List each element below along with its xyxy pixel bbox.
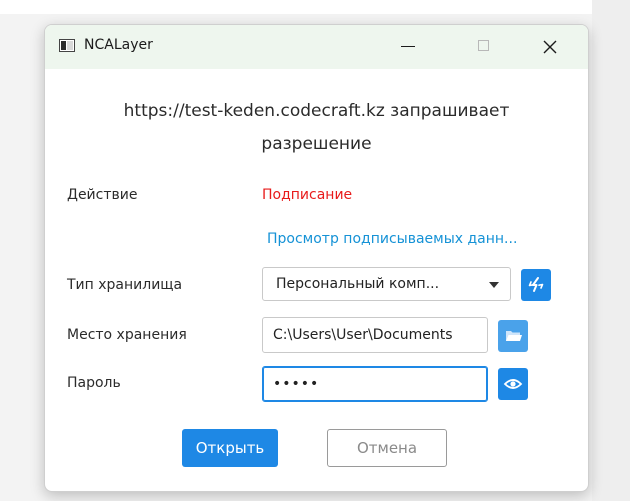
action-value: Подписание: [262, 187, 353, 203]
folder-icon: [506, 331, 522, 341]
view-signed-data-link[interactable]: Просмотр подписываемых данн...: [267, 231, 517, 247]
eye-icon: [503, 379, 523, 389]
close-button[interactable]: [527, 25, 573, 69]
close-icon: [543, 40, 557, 54]
cancel-button[interactable]: Отмена: [327, 429, 447, 467]
heading-line-2: разрешение: [261, 134, 372, 154]
password-input[interactable]: [262, 366, 488, 402]
maximize-button[interactable]: [460, 25, 506, 69]
minimize-button[interactable]: [385, 25, 431, 69]
ncalayer-app-icon: [59, 39, 75, 52]
chevron-down-icon: [489, 282, 499, 288]
storage-location-input[interactable]: [262, 317, 488, 353]
refresh-storage-button[interactable]: [521, 269, 551, 301]
storage-type-selected-value: Персональный комп...: [276, 276, 440, 292]
title-bar[interactable]: NCALayer: [45, 25, 588, 69]
storage-location-label: Место хранения: [67, 327, 187, 343]
browse-folder-button[interactable]: [498, 320, 528, 352]
open-button[interactable]: Открыть: [182, 429, 278, 467]
password-label: Пароль: [67, 375, 121, 391]
background-area-right: [592, 0, 630, 501]
refresh-icon: [528, 277, 544, 292]
storage-type-label: Тип хранилища: [67, 277, 183, 293]
background-area: [0, 0, 630, 14]
storage-type-select[interactable]: Персональный комп...: [262, 267, 511, 301]
ncalayer-dialog: NCALayer https://test-keden.codecraft.kz…: [44, 24, 589, 492]
permission-heading: https://test-keden.codecraft.kz запрашив…: [45, 95, 588, 161]
window-title: NCALayer: [84, 37, 153, 53]
action-label: Действие: [67, 187, 138, 203]
heading-line-1: https://test-keden.codecraft.kz запрашив…: [123, 101, 510, 121]
show-password-button[interactable]: [498, 368, 528, 400]
